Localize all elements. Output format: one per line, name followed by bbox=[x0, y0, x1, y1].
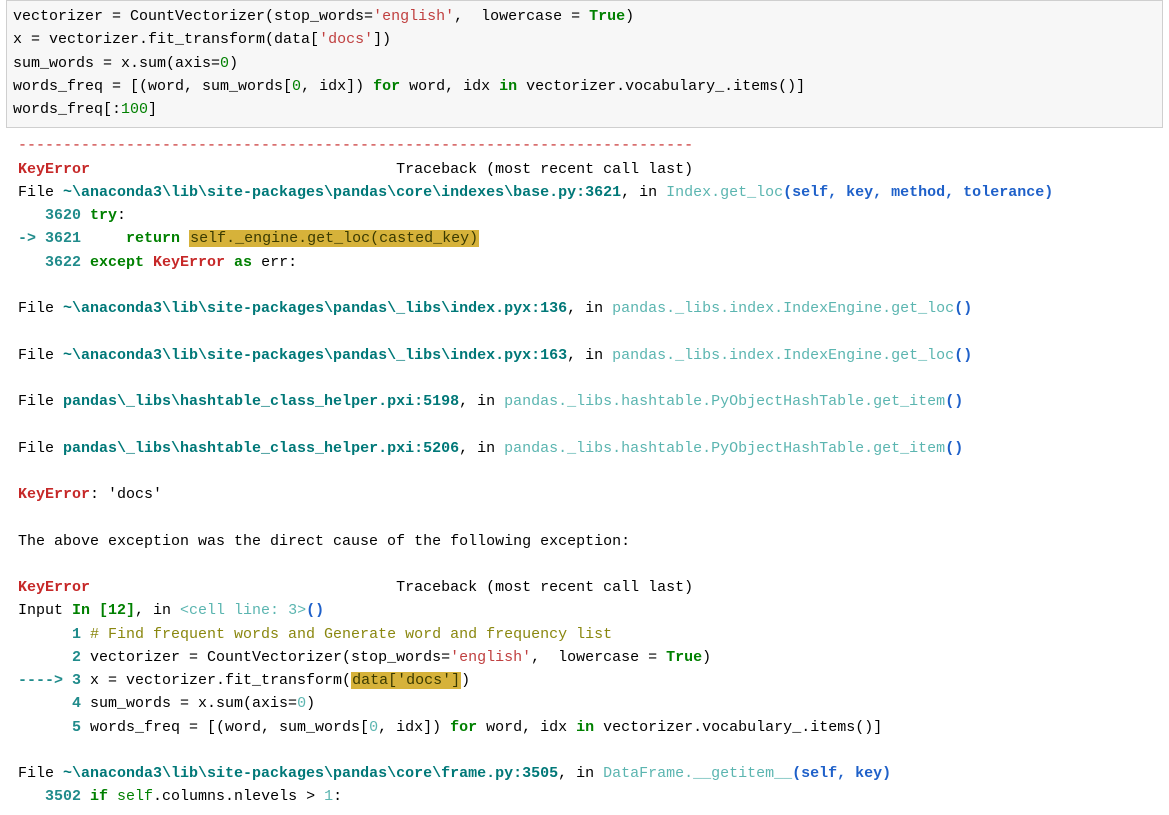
highlighted-call: self._engine.get_loc(casted_key) bbox=[189, 230, 479, 247]
error-name: KeyError bbox=[18, 161, 90, 178]
frame-4: File pandas\_libs\hashtable_class_helper… bbox=[18, 393, 963, 410]
frame-1-line-3621: -> 3621 return self._engine.get_loc(cast… bbox=[18, 230, 479, 247]
src-line-5: 5 words_freq = [(word, sum_words[0, idx]… bbox=[18, 719, 882, 736]
frame-1-line-3622: 3622 except KeyError as err: bbox=[18, 254, 297, 271]
output-area: ----------------------------------------… bbox=[0, 128, 1169, 814]
direct-cause-text: The above exception was the direct cause… bbox=[18, 533, 630, 550]
frame-3: File ~\anaconda3\lib\site-packages\panda… bbox=[18, 347, 972, 364]
code-line-3: sum_words = x.sum(axis=0) bbox=[13, 55, 238, 72]
error-name-2: KeyError bbox=[18, 579, 90, 596]
src-line-1: 1 # Find frequent words and Generate wor… bbox=[18, 626, 612, 643]
frame-5: File pandas\_libs\hashtable_class_helper… bbox=[18, 440, 963, 457]
code-line-1: vectorizer = CountVectorizer(stop_words=… bbox=[13, 8, 634, 25]
traceback-header-2: Traceback (most recent call last) bbox=[90, 579, 693, 596]
frame-1: File ~\anaconda3\lib\site-packages\panda… bbox=[18, 184, 1053, 201]
frame-6: File ~\anaconda3\lib\site-packages\panda… bbox=[18, 765, 891, 782]
src-line-2: 2 vectorizer = CountVectorizer(stop_word… bbox=[18, 649, 711, 666]
traceback-divider: ----------------------------------------… bbox=[18, 137, 693, 154]
highlighted-arg: data['docs'] bbox=[351, 672, 461, 689]
error-message-1: KeyError: 'docs' bbox=[18, 486, 162, 503]
frame-6-line-3502: 3502 if self.columns.nlevels > 1: bbox=[18, 788, 342, 805]
frame-1-line-3620: 3620 try: bbox=[18, 207, 126, 224]
input-frame: Input In [12], in <cell line: 3>() bbox=[18, 602, 324, 619]
code-input-cell[interactable]: vectorizer = CountVectorizer(stop_words=… bbox=[6, 0, 1163, 128]
code-line-2: x = vectorizer.fit_transform(data['docs'… bbox=[13, 31, 391, 48]
src-line-4: 4 sum_words = x.sum(axis=0) bbox=[18, 695, 315, 712]
code-line-4: words_freq = [(word, sum_words[0, idx]) … bbox=[13, 78, 805, 95]
code-line-5: words_freq[:100] bbox=[13, 101, 157, 118]
traceback-header: Traceback (most recent call last) bbox=[90, 161, 693, 178]
frame-2: File ~\anaconda3\lib\site-packages\panda… bbox=[18, 300, 972, 317]
src-line-3: ----> 3 x = vectorizer.fit_transform(dat… bbox=[18, 672, 470, 689]
